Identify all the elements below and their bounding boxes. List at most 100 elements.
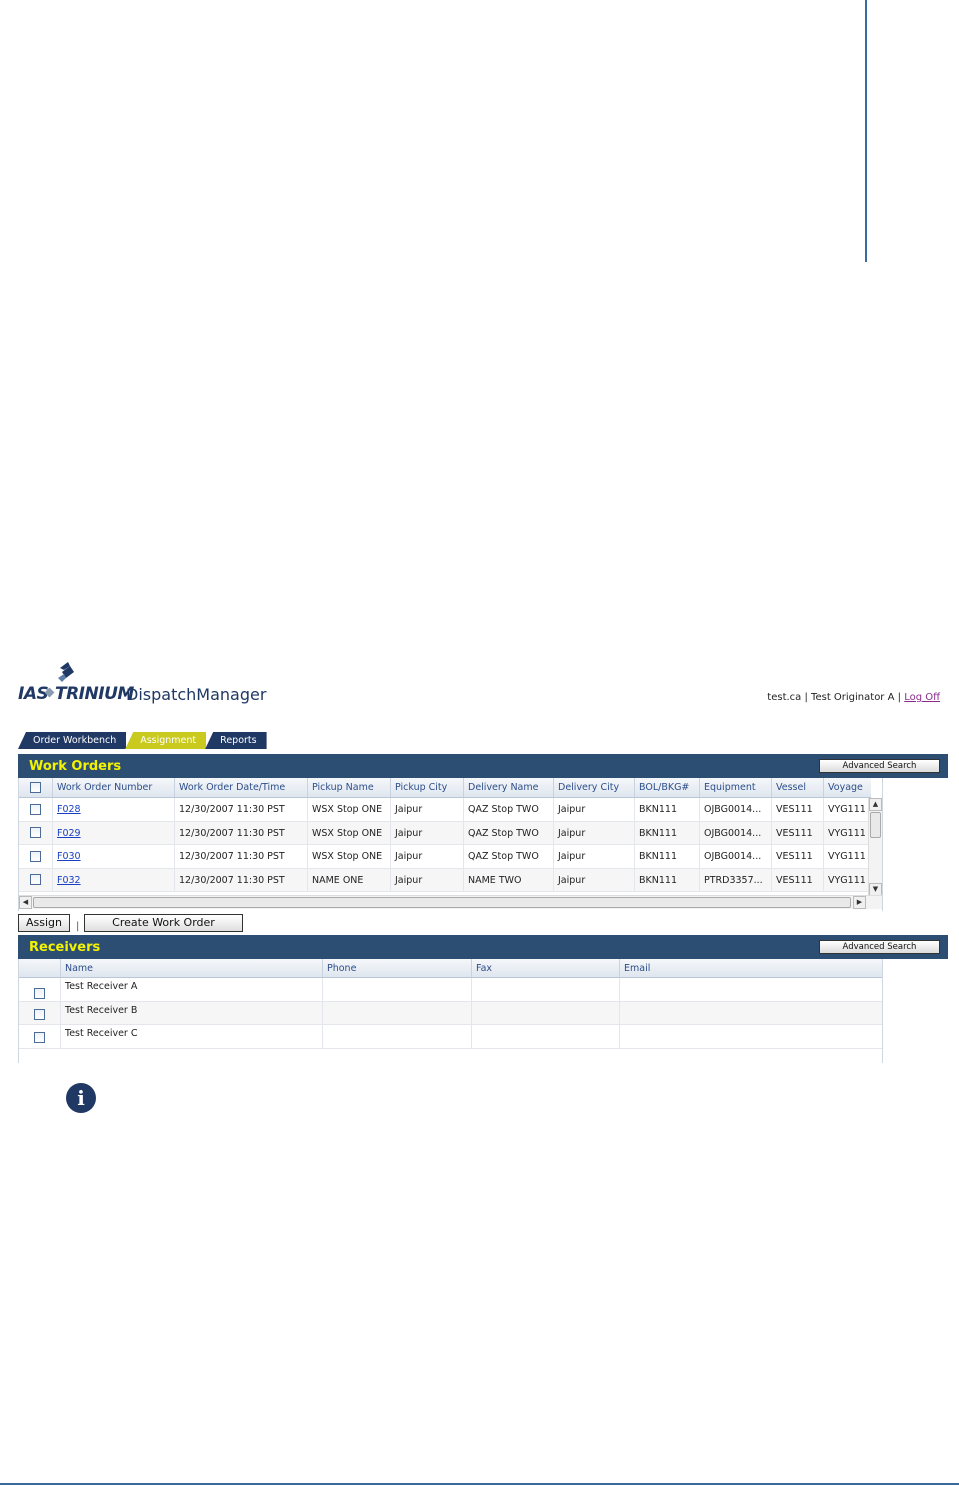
table-cell: QAZ Stop TWO — [464, 845, 554, 868]
table-row: F032 12/30/2007 11:30 PST NAME ONE Jaipu… — [19, 868, 871, 892]
table-cell: 12/30/2007 11:30 PST — [175, 821, 308, 844]
scroll-left-icon[interactable]: ◀ — [19, 896, 32, 909]
receivers-advanced-search-button[interactable]: Advanced Search — [819, 940, 940, 954]
receivers-title: Receivers — [29, 940, 101, 955]
scroll-up-icon[interactable]: ▲ — [869, 798, 882, 811]
row-checkbox[interactable] — [34, 1032, 45, 1043]
table-cell: PTRD3357... — [700, 868, 772, 891]
table-cell: BKN111 — [635, 845, 700, 868]
table-cell: BKN111 — [635, 798, 700, 821]
table-cell: Jaipur — [391, 845, 464, 868]
row-checkbox[interactable] — [30, 827, 41, 839]
table-row: Test Receiver B — [19, 1001, 882, 1025]
logo-company-a: IAS — [18, 684, 49, 704]
work-order-link[interactable]: F030 — [57, 851, 81, 862]
work-order-number-cell: F030 — [53, 845, 175, 868]
select-all-checkbox-cell — [19, 778, 53, 797]
table-cell: VES111 — [772, 868, 824, 891]
work-orders-grid: Work Order Number Work Order Date/Time P… — [18, 778, 883, 911]
create-work-order-button[interactable]: Create Work Order — [84, 914, 243, 932]
table-cell: Jaipur — [391, 868, 464, 891]
column-header[interactable]: Pickup City — [391, 778, 464, 797]
table-cell: OJBG0014... — [700, 821, 772, 844]
column-header[interactable]: Pickup Name — [308, 778, 391, 797]
row-checkbox-cell — [19, 821, 53, 844]
table-cell: OJBG0014... — [700, 798, 772, 821]
scroll-right-icon[interactable]: ▶ — [853, 896, 866, 909]
column-header[interactable]: Work Order Date/Time — [175, 778, 308, 797]
receiver-name-cell: Test Receiver C — [61, 1025, 323, 1048]
table-cell: Jaipur — [554, 868, 635, 891]
table-cell: WSX Stop ONE — [308, 798, 391, 821]
table-cell: VYG111 — [828, 827, 866, 839]
select-all-checkbox[interactable] — [30, 782, 41, 793]
horizontal-scroll-thumb[interactable] — [33, 897, 851, 908]
table-cell: Jaipur — [554, 798, 635, 821]
tab-reports[interactable]: Reports — [205, 732, 267, 749]
select-column-header — [19, 959, 61, 977]
row-checkbox[interactable] — [30, 803, 41, 815]
table-cell: 12/30/2007 11:30 PST — [175, 868, 308, 891]
receiver-name-cell: Test Receiver A — [61, 978, 323, 1001]
column-header[interactable]: Name — [61, 959, 323, 977]
logo-mark-icon — [58, 662, 74, 682]
table-cell: OJBG0014... — [700, 845, 772, 868]
table-cell: Jaipur — [554, 845, 635, 868]
user-bar-separator: | — [894, 692, 905, 703]
column-header[interactable]: Email — [620, 959, 882, 977]
column-header[interactable]: Work Order Number — [53, 778, 175, 797]
column-header[interactable]: Equipment — [700, 778, 772, 797]
user-bar: test.ca | Test Originator A | Log Off — [767, 692, 940, 703]
table-cell: 12/30/2007 11:30 PST — [175, 845, 308, 868]
tab-assignment[interactable]: Assignment — [125, 732, 207, 749]
vertical-scroll-thumb[interactable] — [870, 812, 881, 838]
app-header: IAS TRINIUM DispatchManager test.ca | Te… — [18, 660, 948, 708]
column-header[interactable]: BOL/BKG# — [635, 778, 700, 797]
table-row: F028 12/30/2007 11:30 PST WSX Stop ONE J… — [19, 798, 871, 822]
receiver-email-cell — [620, 978, 882, 1001]
column-header[interactable]: Vessel — [772, 778, 824, 797]
table-cell: Jaipur — [554, 821, 635, 844]
logoff-link[interactable]: Log Off — [904, 692, 940, 703]
work-order-link[interactable]: F032 — [57, 875, 81, 886]
work-order-link[interactable]: F029 — [57, 828, 81, 839]
user-name: test.ca — [767, 692, 802, 703]
table-cell: 12/30/2007 11:30 PST — [175, 798, 308, 821]
horizontal-scrollbar[interactable]: ◀ ▶ — [19, 895, 882, 909]
table-cell: VYG111 — [828, 874, 866, 886]
row-checkbox[interactable] — [34, 1008, 45, 1020]
work-orders-advanced-search-button[interactable]: Advanced Search — [819, 759, 940, 773]
table-cell: WSX Stop ONE — [308, 821, 391, 844]
row-checkbox-cell — [19, 978, 61, 1001]
work-orders-title: Work Orders — [29, 759, 122, 774]
table-cell: WSX Stop ONE — [308, 845, 391, 868]
table-cell: NAME ONE — [308, 868, 391, 891]
assign-button[interactable]: Assign — [18, 914, 70, 932]
column-header[interactable]: Delivery Name — [464, 778, 554, 797]
table-row: F029 12/30/2007 11:30 PST WSX Stop ONE J… — [19, 821, 871, 845]
row-checkbox[interactable] — [30, 874, 41, 886]
row-checkbox[interactable] — [30, 850, 41, 862]
tab-order-workbench[interactable]: Order Workbench — [18, 732, 127, 749]
row-checkbox[interactable] — [34, 988, 45, 999]
receivers-header: Receivers Advanced Search — [18, 935, 948, 959]
main-tabs: Order Workbench Assignment Reports — [18, 732, 267, 749]
column-header[interactable]: Delivery City — [554, 778, 635, 797]
table-cell: VES111 — [772, 821, 824, 844]
table-cell: BKN111 — [635, 821, 700, 844]
vertical-scrollbar[interactable]: ▲ ▼ — [868, 798, 882, 896]
work-order-link[interactable]: F028 — [57, 804, 81, 815]
button-separator: | — [76, 921, 80, 932]
company-logo: IAS TRINIUM DispatchManager — [18, 660, 270, 708]
column-header[interactable]: Phone — [323, 959, 472, 977]
column-header[interactable]: Fax — [472, 959, 620, 977]
row-checkbox-cell — [19, 1025, 61, 1048]
table-cell: NAME TWO — [464, 868, 554, 891]
row-checkbox-cell — [19, 868, 53, 891]
page-rule-bottom — [0, 1483, 959, 1485]
logo-product-name: DispatchManager — [126, 685, 267, 704]
receiver-fax-cell — [472, 1025, 620, 1048]
table-cell: QAZ Stop TWO — [464, 798, 554, 821]
grid-header: Work Order Number Work Order Date/Time P… — [19, 778, 871, 798]
column-header[interactable]: Voyage — [824, 778, 871, 797]
